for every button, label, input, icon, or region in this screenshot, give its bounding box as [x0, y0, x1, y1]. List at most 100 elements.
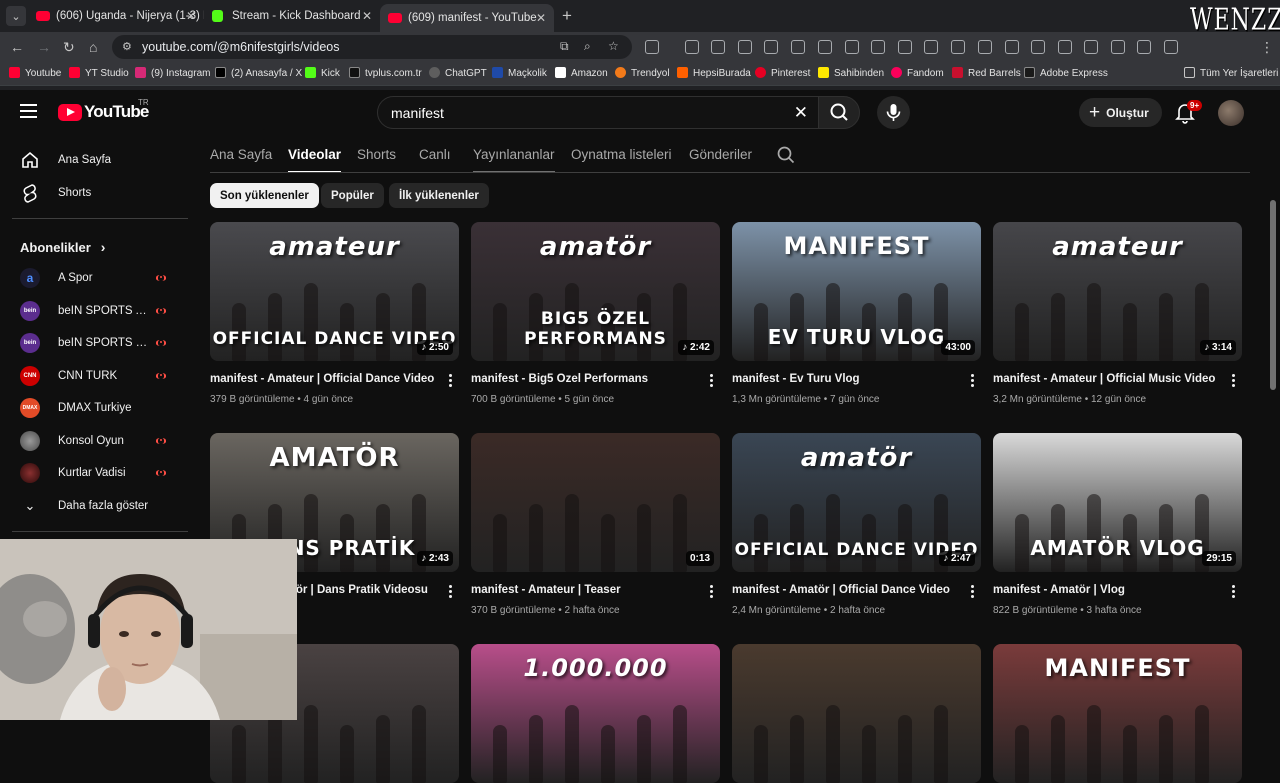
chip-popular[interactable]: Popüler: [321, 183, 384, 208]
search-button[interactable]: [818, 96, 860, 129]
video-thumbnail[interactable]: amateur OFFICIAL DANCE VIDEO ♪ 2:50: [210, 222, 459, 361]
video-card[interactable]: amateur ♪ 3:14 manifest - Amateur | Offici…: [993, 222, 1242, 405]
bookmark-item[interactable]: YT Studio: [69, 67, 129, 79]
page-scrollbar[interactable]: [1270, 200, 1276, 390]
video-card[interactable]: 0:13 manifest - Amateur | Teaser 370 B gör…: [471, 433, 720, 616]
more-options-icon[interactable]: [449, 374, 452, 388]
sync-icon[interactable]: [1111, 40, 1125, 54]
browser-menu-icon[interactable]: ⋮: [1260, 39, 1274, 56]
video-card[interactable]: AMATÖR VLOG 29:15 manifest - Amatör | Vlog…: [993, 433, 1242, 616]
history-icon[interactable]: [924, 40, 938, 54]
bookmark-item[interactable]: ChatGPT: [429, 67, 487, 79]
close-tab-icon[interactable]: ✕: [536, 11, 546, 25]
tab-playlists[interactable]: Oynatma listeleri: [571, 147, 672, 162]
sidebar-channel[interactable]: Konsol Oyun: [12, 425, 180, 457]
tab-search-chevron-icon[interactable]: ⌄: [6, 6, 26, 26]
tab-released[interactable]: Yayınlananlar: [473, 147, 555, 173]
sidebar-item-home[interactable]: Ana Sayfa: [12, 144, 180, 176]
video-card[interactable]: amatör OFFICIAL DANCE VIDEO ♪ 2:47 manifest…: [732, 433, 981, 616]
bookmark-item[interactable]: Adobe Express: [1024, 67, 1108, 79]
channel-search-icon[interactable]: [776, 145, 796, 165]
sidebar-channel[interactable]: bein beIN SPORTS Tü...: [12, 327, 180, 359]
menu-hamburger-icon[interactable]: [20, 104, 37, 118]
browser-tab[interactable]: (606) Uganda - Nijerya (1-3) M ✕: [28, 4, 204, 28]
bookmark-item[interactable]: Kick: [305, 67, 340, 79]
video-card[interactable]: MANIFEST EV TURU VLOG 43:00 manifest - Ev T…: [732, 222, 981, 405]
video-card[interactable]: MANIFEST: [993, 644, 1242, 783]
cast-icon[interactable]: [1137, 40, 1151, 54]
voice-search-button[interactable]: [877, 96, 910, 129]
chip-latest[interactable]: Son yüklenenler: [210, 183, 319, 208]
video-card[interactable]: 1.000.000: [471, 644, 720, 783]
video-thumbnail[interactable]: [732, 644, 981, 783]
video-title[interactable]: manifest - Amatör | Vlog: [993, 584, 1218, 596]
bookmark-item[interactable]: Amazon: [555, 67, 608, 79]
video-title[interactable]: manifest - Ev Turu Vlog: [732, 373, 957, 385]
more-options-icon[interactable]: [710, 374, 713, 388]
video-thumbnail[interactable]: amateur ♪ 3:14: [993, 222, 1242, 361]
video-title[interactable]: manifest - Big5 Özel Performans: [471, 373, 696, 385]
home-icon[interactable]: ⌂: [89, 39, 97, 55]
new-tab-plus-icon[interactable]: +: [562, 6, 572, 26]
bookmark-item[interactable]: Maçkolik: [492, 67, 547, 79]
bookmark-item[interactable]: (2) Anasayfa / X: [215, 67, 302, 79]
video-thumbnail[interactable]: amatör BIG5 ÖZEL PERFORMANS ♪ 2:42: [471, 222, 720, 361]
extension-icon[interactable]: [818, 40, 832, 54]
sidebar-channel[interactable]: bein beIN SPORTS Ar...: [12, 295, 180, 327]
sidebar-channel[interactable]: DMAX DMAX Turkiye: [12, 392, 180, 424]
download-icon[interactable]: [1084, 40, 1098, 54]
create-button[interactable]: + Oluştur: [1079, 98, 1162, 127]
translate-icon[interactable]: [1164, 40, 1178, 54]
extension-icon[interactable]: [764, 40, 778, 54]
extension-icon[interactable]: [845, 40, 859, 54]
account-avatar[interactable]: [1218, 100, 1244, 126]
forward-arrow-icon[interactable]: →: [37, 39, 51, 55]
more-options-icon[interactable]: [710, 585, 713, 599]
favorites-icon[interactable]: [978, 40, 992, 54]
tab-live[interactable]: Canlı: [419, 147, 451, 162]
bookmark-item[interactable]: Sahibinden: [818, 67, 884, 79]
bookmark-item[interactable]: Fandom: [891, 67, 944, 79]
back-arrow-icon[interactable]: ←: [10, 39, 24, 55]
search-input[interactable]: manifest ✕: [377, 96, 819, 129]
address-bar[interactable]: ⚙ youtube.com/@m6nifestgirls/videos ⧉ ⌕ …: [112, 35, 632, 59]
card-icon[interactable]: [1031, 40, 1045, 54]
tab-shorts[interactable]: Shorts: [357, 147, 396, 162]
video-card[interactable]: [732, 644, 981, 783]
video-card[interactable]: amatör BIG5 ÖZEL PERFORMANS ♪ 2:42 manifest…: [471, 222, 720, 405]
bookmark-item[interactable]: HepsiBurada: [677, 67, 751, 79]
zoom-icon[interactable]: ⌕: [584, 39, 591, 54]
more-options-icon[interactable]: [971, 585, 974, 599]
address-url[interactable]: youtube.com/@m6nifestgirls/videos: [142, 40, 340, 54]
extension-icon[interactable]: [711, 40, 725, 54]
video-thumbnail[interactable]: amatör OFFICIAL DANCE VIDEO ♪ 2:47: [732, 433, 981, 572]
browser-tab-active[interactable]: (609) manifest - YouTube ✕: [380, 4, 554, 32]
extension-icon[interactable]: [685, 40, 699, 54]
extension-icon[interactable]: [738, 40, 752, 54]
video-title[interactable]: manifest - Amateur | Teaser: [471, 584, 696, 596]
show-more-button[interactable]: ⌄ Daha fazla göster: [12, 490, 180, 522]
bookmark-item[interactable]: Red Barrels: [952, 67, 1021, 79]
youtube-logo[interactable]: YouTube TR: [58, 98, 149, 122]
bookmark-item[interactable]: tvplus.com.tr: [349, 67, 422, 79]
more-options-icon[interactable]: [1232, 374, 1235, 388]
close-tab-icon[interactable]: ✕: [186, 9, 196, 23]
all-bookmarks-folder[interactable]: Tüm Yer İşaretleri: [1184, 67, 1278, 79]
video-title[interactable]: manifest - Amateur | Official Music Vide…: [993, 373, 1218, 385]
location-icon[interactable]: [1005, 40, 1019, 54]
sidebar-channel[interactable]: a A Spor: [12, 262, 180, 294]
reload-icon[interactable]: ↻: [63, 39, 75, 56]
extensions-puzzle-icon[interactable]: [645, 40, 659, 54]
tab-home[interactable]: Ana Sayfa: [210, 147, 272, 162]
browser-tab[interactable]: Stream - Kick Dashboard ✕: [204, 4, 380, 28]
bookmark-star-icon[interactable]: ☆: [608, 39, 619, 53]
video-title[interactable]: manifest - Amateur | Official Dance Vide…: [210, 373, 435, 385]
site-info-icon[interactable]: ⚙: [122, 40, 132, 53]
bookmark-item[interactable]: (9) Instagram: [135, 67, 210, 79]
extension-icon[interactable]: [791, 40, 805, 54]
video-thumbnail[interactable]: MANIFEST EV TURU VLOG 43:00: [732, 222, 981, 361]
video-thumbnail[interactable]: 0:13: [471, 433, 720, 572]
bookmark-item[interactable]: Trendyol: [615, 67, 670, 79]
clear-search-icon[interactable]: ✕: [794, 103, 808, 123]
reading-list-icon[interactable]: [951, 40, 965, 54]
